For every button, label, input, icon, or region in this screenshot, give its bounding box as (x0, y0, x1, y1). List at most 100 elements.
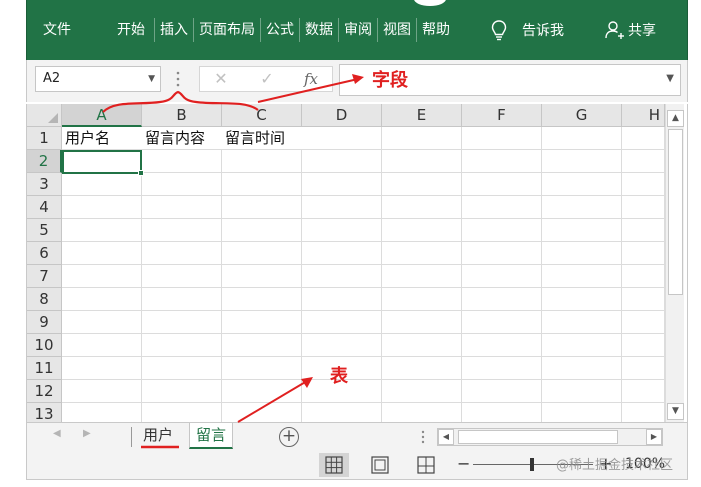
column-header-c[interactable]: C (222, 104, 302, 127)
grid-cell[interactable] (142, 311, 222, 334)
prev-sheet-icon[interactable]: ◀ (53, 428, 61, 439)
horizontal-scrollbar[interactable]: ◀ ▶ (437, 428, 663, 446)
row-header-12[interactable]: 12 (27, 380, 62, 403)
grid-cell[interactable] (382, 288, 462, 311)
grid-cell[interactable] (142, 219, 222, 242)
grid-cell[interactable] (462, 334, 542, 357)
row-header-5[interactable]: 5 (27, 219, 62, 242)
row-header-7[interactable]: 7 (27, 265, 62, 288)
grid-cell[interactable] (462, 380, 542, 403)
page-break-view-button[interactable] (411, 453, 441, 477)
grid-cell[interactable] (462, 127, 542, 150)
grid-cell[interactable] (622, 265, 665, 288)
row-header-13[interactable]: 13 (27, 403, 62, 422)
grid-cell[interactable] (302, 196, 382, 219)
grid-cell[interactable] (542, 196, 622, 219)
grid-cell[interactable] (622, 127, 665, 150)
grid-cell[interactable] (142, 403, 222, 422)
grid-cell[interactable] (302, 265, 382, 288)
tab-page-layout[interactable]: 页面布局 (193, 18, 260, 42)
grid-cell[interactable] (622, 219, 665, 242)
grid-cell[interactable] (62, 311, 142, 334)
grid-cell[interactable] (302, 127, 382, 150)
grid-cell[interactable] (302, 311, 382, 334)
grid-cell[interactable] (542, 265, 622, 288)
tab-help[interactable]: 帮助 (416, 18, 455, 42)
grid-cell[interactable] (222, 380, 302, 403)
grid-cell[interactable] (222, 196, 302, 219)
grid-cell[interactable] (382, 242, 462, 265)
row-header-8[interactable]: 8 (27, 288, 62, 311)
resize-handle-icon[interactable] (175, 69, 181, 89)
grid-cell[interactable] (222, 311, 302, 334)
scroll-up-icon[interactable]: ▲ (667, 110, 684, 127)
name-box-dropdown-icon[interactable]: ▼ (148, 67, 155, 91)
tab-home[interactable]: 开始 (108, 18, 154, 42)
fill-handle[interactable] (138, 170, 144, 176)
grid-cell[interactable] (62, 334, 142, 357)
grid-cell[interactable] (462, 219, 542, 242)
grid-cell[interactable] (222, 219, 302, 242)
grid-cell[interactable] (382, 196, 462, 219)
column-header-g[interactable]: G (542, 104, 622, 127)
grid-cell[interactable] (382, 127, 462, 150)
grid-cell[interactable] (302, 334, 382, 357)
tab-formulas[interactable]: 公式 (260, 18, 299, 42)
grid-cell[interactable] (62, 173, 142, 196)
row-header-1[interactable]: 1 (27, 127, 62, 150)
row-header-2[interactable]: 2 (27, 150, 62, 173)
cell-a1[interactable]: 用户名 (62, 127, 142, 150)
grid-cell[interactable] (142, 357, 222, 380)
tab-review[interactable]: 审阅 (338, 18, 377, 42)
grid-cell[interactable] (542, 403, 622, 422)
grid-cell[interactable] (622, 403, 665, 422)
row-header-10[interactable]: 10 (27, 334, 62, 357)
sheet-tab-message[interactable]: 留言 (189, 423, 234, 449)
tab-split-handle-icon[interactable] (421, 430, 425, 444)
grid-cell[interactable] (302, 219, 382, 242)
grid-cell[interactable] (142, 173, 222, 196)
grid-cell[interactable] (542, 380, 622, 403)
row-header-3[interactable]: 3 (27, 173, 62, 196)
grid-cell[interactable] (302, 403, 382, 422)
grid-cell[interactable] (142, 288, 222, 311)
grid-cell[interactable] (542, 357, 622, 380)
grid-cell[interactable] (382, 334, 462, 357)
next-sheet-icon[interactable]: ▶ (83, 428, 91, 439)
name-box[interactable]: A2 ▼ (35, 66, 161, 92)
grid-cell[interactable] (622, 173, 665, 196)
grid-cell[interactable] (142, 380, 222, 403)
zoom-slider-thumb[interactable] (530, 458, 534, 471)
grid-cell[interactable] (542, 288, 622, 311)
tab-file[interactable]: 文件 (34, 18, 80, 42)
sheet-tab-user[interactable]: 用户 (137, 423, 179, 449)
grid-cell[interactable] (462, 288, 542, 311)
grid-cell[interactable] (542, 127, 622, 150)
grid-cell[interactable] (622, 196, 665, 219)
scroll-left-icon[interactable]: ◀ (438, 429, 454, 445)
grid-cell[interactable] (542, 219, 622, 242)
row-header-11[interactable]: 11 (27, 357, 62, 380)
grid-cell[interactable] (462, 265, 542, 288)
grid-cell[interactable] (622, 334, 665, 357)
grid-cell[interactable] (462, 403, 542, 422)
share-button[interactable]: 共享 (604, 18, 656, 42)
grid-cell[interactable] (542, 242, 622, 265)
grid-cell[interactable] (222, 288, 302, 311)
grid-cell[interactable] (142, 242, 222, 265)
zoom-out-icon[interactable]: − (457, 454, 470, 473)
column-header-f[interactable]: F (462, 104, 542, 127)
grid-cell[interactable] (542, 173, 622, 196)
grid-cell[interactable] (542, 334, 622, 357)
grid-cell[interactable] (462, 173, 542, 196)
grid-cell[interactable] (62, 357, 142, 380)
grid-cell[interactable] (62, 265, 142, 288)
grid-cell[interactable] (222, 265, 302, 288)
grid-cell[interactable] (142, 150, 222, 173)
grid-cell[interactable] (622, 311, 665, 334)
grid-cell[interactable] (62, 380, 142, 403)
column-header-d[interactable]: D (302, 104, 382, 127)
scroll-down-icon[interactable]: ▼ (667, 403, 684, 420)
grid-cell[interactable] (142, 265, 222, 288)
worksheet-grid[interactable]: A B C D E F G H 1 2 3 4 5 6 7 8 9 10 11 … (26, 104, 688, 422)
